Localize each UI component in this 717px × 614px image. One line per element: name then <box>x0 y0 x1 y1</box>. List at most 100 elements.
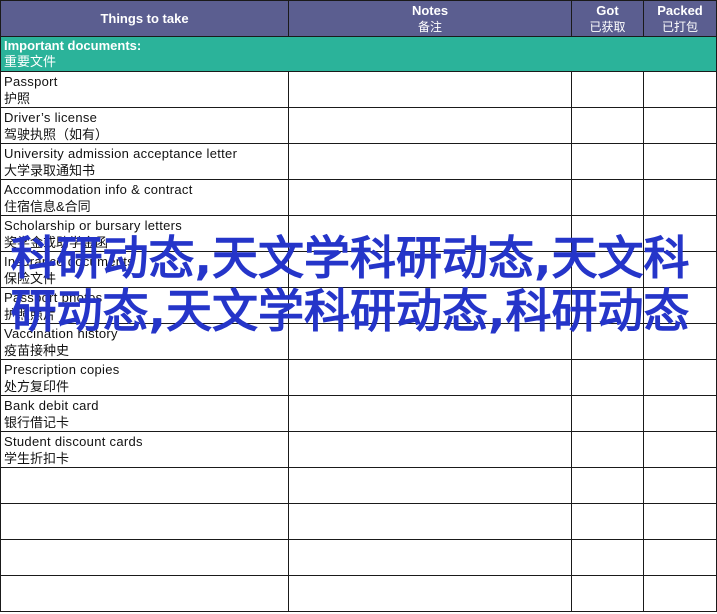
packed-cell[interactable] <box>643 179 717 216</box>
got-cell[interactable] <box>571 575 644 612</box>
item-name-cell: Driver’s license 驾驶执照（如有） <box>0 107 289 144</box>
checklist-table: Things to take Notes 备注 Got 已获取 Packed 已… <box>0 0 717 612</box>
item-name-cell: Scholarship or bursary letters 奖学金或助学金函 <box>0 215 289 252</box>
item-name-en: Insurance documents <box>4 253 134 269</box>
got-cell[interactable] <box>571 359 644 396</box>
section-row: Important documents: 重要文件 <box>0 36 717 72</box>
item-name-zh: 住宿信息&合同 <box>4 198 91 214</box>
empty-row <box>0 575 717 612</box>
table-row: Prescription copies 处方复印件 <box>0 359 717 396</box>
notes-cell[interactable] <box>288 143 572 180</box>
header-notes-zh: 备注 <box>417 19 442 34</box>
item-name-zh: 护照照片 <box>4 306 57 322</box>
got-cell[interactable] <box>571 539 644 576</box>
item-name-zh: 银行借记卡 <box>4 414 70 430</box>
header-got-en: Got <box>596 2 619 18</box>
header-got-zh: 已获取 <box>589 19 626 34</box>
section-title: Important documents: 重要文件 <box>0 36 717 72</box>
header-packed: Packed 已打包 <box>643 0 717 37</box>
got-cell[interactable] <box>571 179 644 216</box>
notes-cell[interactable] <box>288 431 572 468</box>
empty-row <box>0 539 717 576</box>
item-name-en: Passport <box>4 73 58 89</box>
packed-cell[interactable] <box>643 143 717 180</box>
header-notes-en: Notes <box>411 2 449 18</box>
things-cell[interactable] <box>0 503 289 540</box>
header-packed-zh: 已打包 <box>661 19 698 34</box>
got-cell[interactable] <box>571 107 644 144</box>
item-name-zh: 护照 <box>4 90 31 106</box>
notes-cell[interactable] <box>288 395 572 432</box>
header-got: Got 已获取 <box>571 0 644 37</box>
got-cell[interactable] <box>571 143 644 180</box>
header-packed-en: Packed <box>657 2 703 18</box>
notes-cell[interactable] <box>288 251 572 288</box>
table-row: Insurance documents 保险文件 <box>0 251 717 288</box>
item-name-zh: 奖学金或助学金函 <box>4 234 109 250</box>
notes-cell[interactable] <box>288 71 572 108</box>
notes-cell[interactable] <box>288 503 572 540</box>
item-name-zh: 学生折扣卡 <box>4 450 70 466</box>
item-name-zh: 疫苗接种史 <box>4 342 70 358</box>
item-name-zh: 处方复印件 <box>4 378 70 394</box>
notes-cell[interactable] <box>288 107 572 144</box>
got-cell[interactable] <box>571 503 644 540</box>
packed-cell[interactable] <box>643 431 717 468</box>
table-row: Student discount cards 学生折扣卡 <box>0 431 717 468</box>
notes-cell[interactable] <box>288 359 572 396</box>
got-cell[interactable] <box>571 287 644 324</box>
things-cell[interactable] <box>0 467 289 504</box>
got-cell[interactable] <box>571 251 644 288</box>
item-name-cell: Accommodation info & contract 住宿信息&合同 <box>0 179 289 216</box>
packed-cell[interactable] <box>643 215 717 252</box>
notes-cell[interactable] <box>288 323 572 360</box>
packed-cell[interactable] <box>643 287 717 324</box>
notes-cell[interactable] <box>288 575 572 612</box>
item-name-zh: 大学录取通知书 <box>4 162 96 178</box>
notes-cell[interactable] <box>288 539 572 576</box>
table-row: Driver’s license 驾驶执照（如有） <box>0 107 717 144</box>
things-cell[interactable] <box>0 539 289 576</box>
item-name-en: Prescription copies <box>4 361 120 377</box>
packed-cell[interactable] <box>643 323 717 360</box>
got-cell[interactable] <box>571 71 644 108</box>
header-row: Things to take Notes 备注 Got 已获取 Packed 已… <box>0 0 717 37</box>
table-row: Bank debit card 银行借记卡 <box>0 395 717 432</box>
packed-cell[interactable] <box>643 395 717 432</box>
item-name-cell: Bank debit card 银行借记卡 <box>0 395 289 432</box>
notes-cell[interactable] <box>288 287 572 324</box>
got-cell[interactable] <box>571 215 644 252</box>
things-cell[interactable] <box>0 575 289 612</box>
notes-cell[interactable] <box>288 179 572 216</box>
got-cell[interactable] <box>571 323 644 360</box>
got-cell[interactable] <box>571 431 644 468</box>
header-notes: Notes 备注 <box>288 0 572 37</box>
item-name-en: Accommodation info & contract <box>4 181 193 197</box>
got-cell[interactable] <box>571 395 644 432</box>
item-name-en: University admission acceptance letter <box>4 145 238 161</box>
item-name-en: Passport photos <box>4 289 103 305</box>
packed-cell[interactable] <box>643 575 717 612</box>
packed-cell[interactable] <box>643 467 717 504</box>
item-name-cell: Insurance documents 保险文件 <box>0 251 289 288</box>
table-row: Passport 护照 <box>0 71 717 108</box>
section-title-en: Important documents: <box>4 38 142 53</box>
item-name-cell: University admission acceptance letter 大学… <box>0 143 289 180</box>
notes-cell[interactable] <box>288 467 572 504</box>
packed-cell[interactable] <box>643 251 717 288</box>
item-name-cell: Prescription copies 处方复印件 <box>0 359 289 396</box>
item-name-cell: Passport photos 护照照片 <box>0 287 289 324</box>
notes-cell[interactable] <box>288 215 572 252</box>
packed-cell[interactable] <box>643 107 717 144</box>
item-name-zh: 驾驶执照（如有） <box>4 126 109 142</box>
item-name-en: Student discount cards <box>4 433 143 449</box>
table-row: Vaccination history 疫苗接种史 <box>0 323 717 360</box>
packed-cell[interactable] <box>643 539 717 576</box>
item-name-en: Bank debit card <box>4 397 99 413</box>
packed-cell[interactable] <box>643 71 717 108</box>
item-name-zh: 保险文件 <box>4 270 57 286</box>
table-row: Scholarship or bursary letters 奖学金或助学金函 <box>0 215 717 252</box>
packed-cell[interactable] <box>643 359 717 396</box>
got-cell[interactable] <box>571 467 644 504</box>
packed-cell[interactable] <box>643 503 717 540</box>
